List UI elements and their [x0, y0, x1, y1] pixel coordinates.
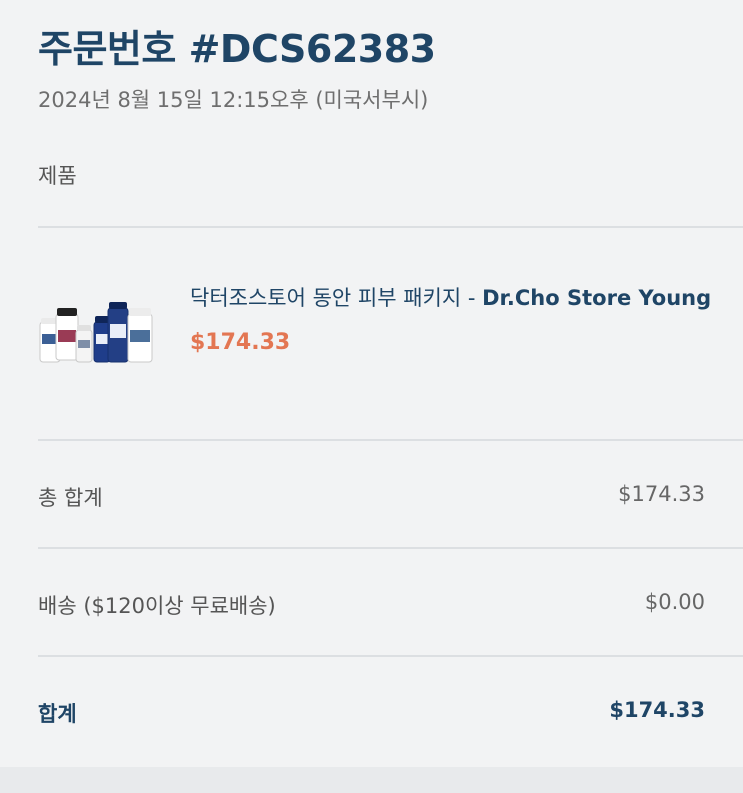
shipping-label: 배송 ($120이상 무료배송): [38, 594, 276, 618]
total-value: $174.33: [609, 698, 705, 722]
order-datetime: 2024년 8월 15일 12:15오후 (미국서부시): [38, 88, 429, 112]
divider: [38, 226, 743, 228]
product-name-english: Dr.Cho Store Young: [482, 286, 712, 310]
subtotal-label: 총 합계: [38, 486, 103, 510]
product-name-link[interactable]: 닥터조스토어 동안 피부 패키지 - Dr.Cho Store Young: [190, 282, 711, 312]
total-label: 합계: [38, 702, 77, 726]
subtotal-value: $174.33: [618, 482, 705, 506]
divider: [38, 439, 743, 441]
product-price: $174.33: [190, 330, 291, 355]
footer-band: [0, 767, 743, 793]
products-section-label: 제품: [38, 164, 77, 188]
order-number-title: 주문번호 #DCS62383: [38, 27, 436, 71]
supplement-bottles-image[interactable]: [38, 300, 158, 370]
order-detail-page: 주문번호 #DCS62383 2024년 8월 15일 12:15오후 (미국서…: [0, 0, 743, 793]
divider: [38, 547, 743, 549]
product-name-korean: 닥터조스토어 동안 피부 패키지 -: [190, 286, 483, 310]
divider: [38, 655, 743, 657]
shipping-value: $0.00: [644, 590, 705, 614]
